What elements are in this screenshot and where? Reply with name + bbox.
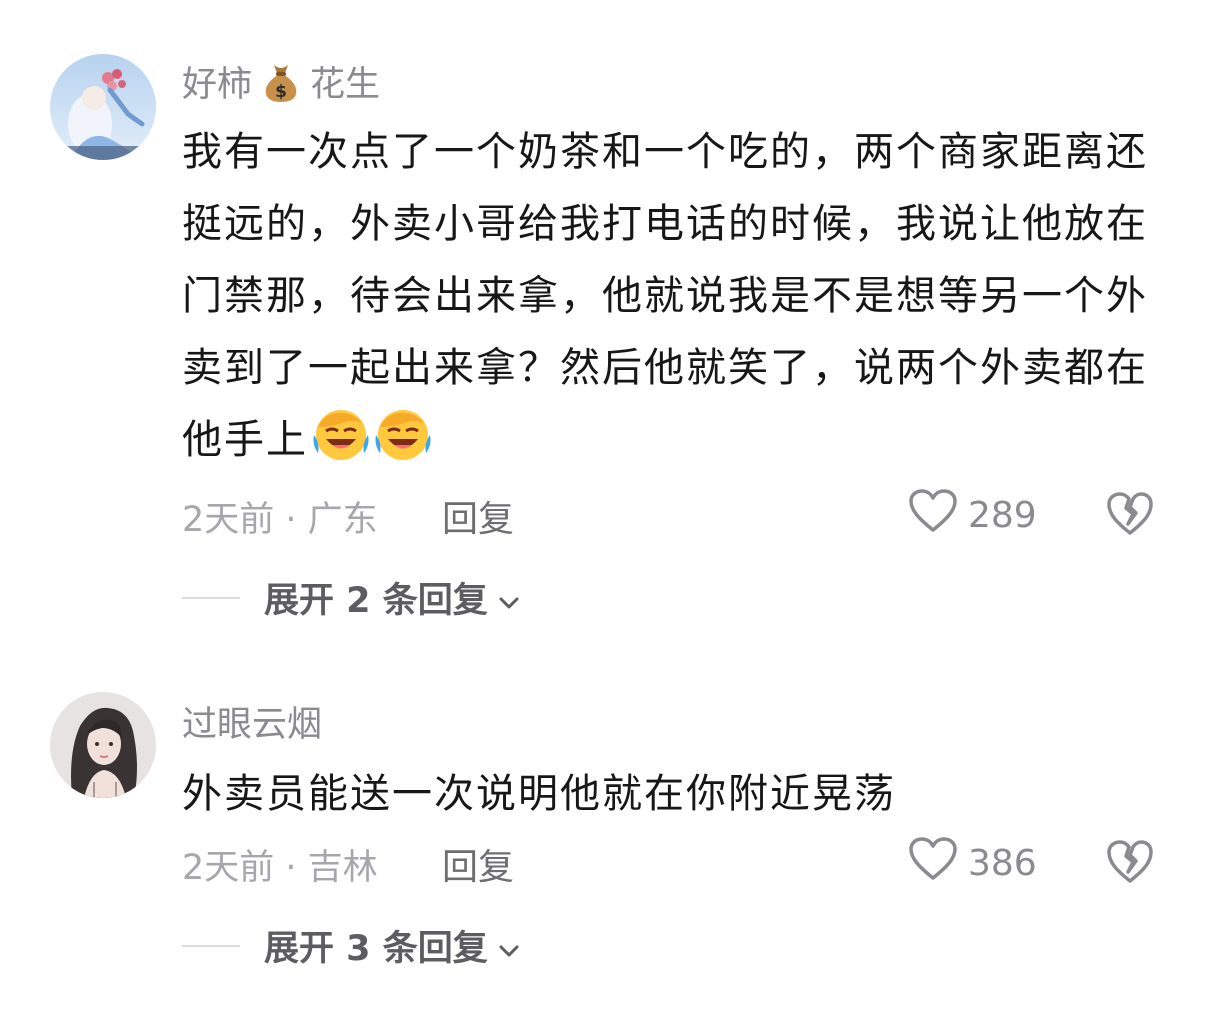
chevron-down-icon xyxy=(496,933,522,959)
time-location: 2天前 · 吉林 xyxy=(182,847,378,888)
laughing-crying-emoji xyxy=(312,405,370,463)
comment-meta: 2天前 · 广东 回复 xyxy=(182,490,514,542)
expand-replies-button[interactable]: 展开 2 条回复 xyxy=(182,572,522,623)
avatar[interactable] xyxy=(50,54,156,160)
divider-line xyxy=(182,944,240,947)
avatar[interactable] xyxy=(50,692,156,798)
broken-heart-icon[interactable] xyxy=(1106,490,1154,538)
chevron-down-icon xyxy=(496,585,522,611)
time-location: 2天前 · 广东 xyxy=(182,499,378,540)
like-button[interactable]: 386 xyxy=(908,836,1037,891)
comment-text: 我有一次点了一个奶茶和一个吃的，两个商家距离还挺远的，外卖小哥给我打电话的时候，… xyxy=(182,116,1157,476)
like-button[interactable]: 289 xyxy=(908,488,1037,543)
comment-meta: 2天前 · 吉林 回复 xyxy=(182,838,514,890)
badge-label: 花生 xyxy=(310,65,381,105)
heart-outline-icon xyxy=(908,488,958,543)
username[interactable]: 过眼云烟 xyxy=(182,696,322,747)
divider-line xyxy=(182,596,240,599)
comment-text: 外卖员能送一次说明他就在你附近晃荡 xyxy=(182,758,1157,830)
reply-button[interactable]: 回复 xyxy=(442,490,514,542)
broken-heart-icon[interactable] xyxy=(1106,838,1154,886)
username-row: 过眼云烟 xyxy=(182,696,322,747)
expand-label: 展开 2 条回复 xyxy=(264,581,488,621)
expand-label: 展开 3 条回复 xyxy=(264,929,488,969)
like-count: 289 xyxy=(968,495,1037,536)
comment-body: 外卖员能送一次说明他就在你附近晃荡 xyxy=(182,771,896,817)
laughing-crying-emoji xyxy=(374,405,432,463)
reply-button[interactable]: 回复 xyxy=(442,838,514,890)
expand-replies-button[interactable]: 展开 3 条回复 xyxy=(182,920,522,971)
money-bag-icon: $ xyxy=(262,61,300,103)
username[interactable]: 好柿 xyxy=(182,56,252,107)
heart-outline-icon xyxy=(908,836,958,891)
like-count: 386 xyxy=(968,843,1037,884)
svg-text:$: $ xyxy=(275,82,287,102)
username-row: 好柿 $ 花生 xyxy=(182,56,380,107)
